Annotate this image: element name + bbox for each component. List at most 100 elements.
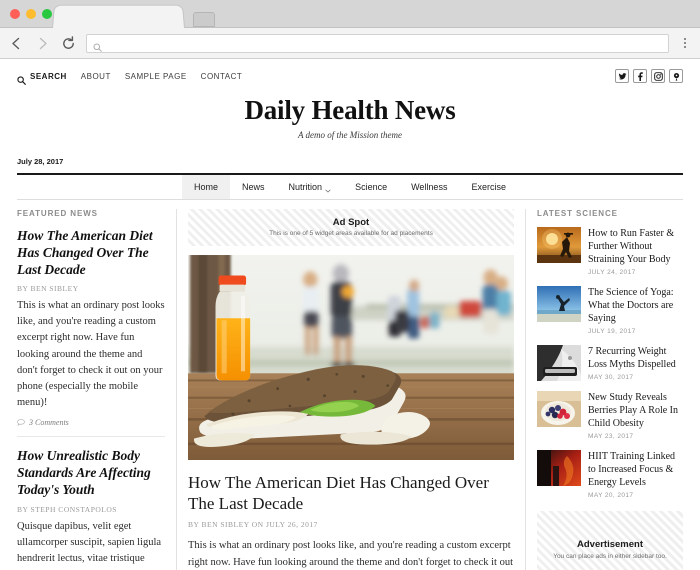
featured-news-heading: FEATURED NEWS: [17, 208, 98, 218]
site-masthead: Daily Health News A demo of the Mission …: [0, 90, 700, 142]
sidebar-post-item[interactable]: The Science of Yoga: What the Doctors ar…: [537, 285, 683, 335]
ad-spot-title: Ad Spot: [332, 216, 370, 228]
twitter-icon[interactable]: [615, 69, 629, 83]
top-utility-bar: SEARCH ABOUT SAMPLE PAGE CONTACT: [0, 62, 700, 90]
nav-item-exercise[interactable]: Exercise: [459, 175, 518, 199]
bowl-of-berries-thumbnail: [537, 390, 581, 427]
featured-article-excerpt: This is what an ordinary post looks like…: [17, 300, 165, 409]
sidebar-post-date: MAY 20, 2017: [588, 491, 634, 499]
site-tagline: A demo of the Mission theme: [297, 129, 403, 140]
nav-item-wellness[interactable]: Wellness: [399, 175, 459, 199]
left-sidebar: FEATURED NEWS How The American Diet Has …: [17, 208, 177, 570]
post-excerpt: This is what an ordinary post looks like…: [188, 539, 513, 568]
sidebar-post-body: HIIT Training Linked to Increased Focus …: [588, 450, 683, 499]
browser-toolbar: [0, 28, 700, 59]
featured-article-title[interactable]: How The American Diet Has Changed Over T…: [17, 227, 165, 278]
ad-spot-top[interactable]: Ad Spot This is one of 5 widget areas av…: [188, 208, 514, 246]
nav-item-science[interactable]: Science: [343, 175, 399, 199]
close-window-button[interactable]: [10, 9, 20, 19]
site-search-label: SEARCH: [30, 71, 67, 81]
featured-article-title[interactable]: How Unrealistic Body Standards Are Affec…: [17, 447, 165, 498]
yoga-handstand-beach-thumbnail: [537, 285, 581, 322]
current-date: July 28, 2017: [17, 156, 64, 166]
sidebar-post-date: MAY 23, 2017: [588, 432, 634, 440]
reload-icon[interactable]: [60, 35, 77, 52]
date-bar: July 28, 2017: [17, 151, 683, 175]
featured-article: How Unrealistic Body Standards Are Affec…: [17, 447, 165, 570]
featured-article-excerpt: Quisque dapibus, velit eget ullamcorper …: [17, 520, 162, 570]
back-arrow-icon[interactable]: [8, 35, 25, 52]
page-viewport: SEARCH ABOUT SAMPLE PAGE CONTACT Daily H…: [0, 60, 700, 570]
nav-item-label: Nutrition: [288, 181, 323, 192]
ad-spot-subtitle: This is one of 5 widget areas available …: [269, 229, 433, 237]
sidebar-post-body: How to Run Faster & Further Without Stra…: [588, 227, 683, 276]
sidebar-post-item[interactable]: HIIT Training Linked to Increased Focus …: [537, 449, 683, 499]
social-links: [615, 69, 683, 83]
address-bar[interactable]: [86, 33, 669, 53]
sidebar-post-date: JULY 19, 2017: [588, 327, 636, 335]
sidebar-post-date: JULY 24, 2017: [588, 268, 636, 276]
facebook-icon[interactable]: [633, 69, 647, 83]
weight-scale-bw-thumbnail: [537, 344, 581, 381]
comment-bubble-icon: [17, 419, 25, 427]
sidebar-post-body: The Science of Yoga: What the Doctors ar…: [588, 286, 683, 335]
post-featured-image[interactable]: [188, 254, 514, 460]
featured-article-byline: BY BEN SIBLEY: [17, 284, 79, 294]
dark-red-workout-thumbnail: [537, 449, 581, 486]
minimize-window-button[interactable]: [26, 9, 36, 19]
search-icon: [93, 39, 102, 52]
latest-science-heading: LATEST SCIENCE: [537, 208, 618, 218]
comments-link[interactable]: 3 Comments: [17, 418, 165, 427]
browser-tab-bar: [0, 0, 700, 28]
window-controls: [10, 9, 52, 19]
nav-item-nutrition[interactable]: Nutrition: [277, 175, 344, 199]
post-title[interactable]: How The American Diet Has Changed Over T…: [188, 472, 514, 514]
right-sidebar: LATEST SCIENCE How to Run Faster & Furth…: [525, 208, 683, 570]
maximize-window-button[interactable]: [42, 9, 52, 19]
advertisement-widget[interactable]: Advertisement You can place ads in eithe…: [537, 510, 683, 570]
main-content: Ad Spot This is one of 5 widget areas av…: [177, 208, 525, 570]
nav-item-label: Home: [194, 181, 219, 192]
instagram-icon[interactable]: [651, 69, 665, 83]
nav-item-label: Wellness: [411, 181, 448, 192]
pinterest-icon[interactable]: [669, 69, 683, 83]
site-title[interactable]: Daily Health News: [0, 95, 700, 126]
kebab-menu-icon[interactable]: [678, 38, 692, 48]
runner-at-sunset-thumbnail: [537, 226, 581, 263]
sidebar-post-title[interactable]: How to Run Faster & Further Without Stra…: [588, 227, 683, 266]
nav-item-label: News: [242, 181, 265, 192]
featured-article-byline: BY STEPH CONSTAPOLOS: [17, 504, 117, 514]
sidebar-post-title[interactable]: New Study Reveals Berries Play A Role In…: [588, 391, 683, 430]
featured-article: How The American Diet Has Changed Over T…: [17, 227, 165, 438]
sidebar-post-body: 7 Recurring Weight Loss Myths Dispelled …: [588, 345, 683, 381]
sidebar-post-title[interactable]: HIIT Training Linked to Increased Focus …: [588, 450, 683, 489]
advertisement-title: Advertisement: [577, 539, 643, 551]
chevron-down-icon: [325, 185, 331, 193]
new-tab-button[interactable]: [193, 12, 215, 27]
sidebar-post-item[interactable]: 7 Recurring Weight Loss Myths Dispelled …: [537, 344, 683, 381]
sidebar-post-item[interactable]: How to Run Faster & Further Without Stra…: [537, 226, 683, 276]
content-columns: FEATURED NEWS How The American Diet Has …: [0, 208, 700, 570]
sidebar-post-title[interactable]: The Science of Yoga: What the Doctors ar…: [588, 286, 683, 325]
primary-navigation: Home News Nutrition Science Wellness Exe…: [17, 174, 683, 200]
search-icon: [17, 72, 26, 85]
utility-link-contact[interactable]: CONTACT: [201, 72, 243, 81]
post-meta: BY BEN SIBLEY ON JULY 26, 2017: [188, 519, 318, 529]
utility-link-about[interactable]: ABOUT: [81, 72, 111, 81]
comments-count: 3 Comments: [29, 418, 69, 428]
sidebar-post-title[interactable]: 7 Recurring Weight Loss Myths Dispelled: [588, 345, 683, 371]
browser-tab[interactable]: [52, 4, 185, 28]
nav-item-news[interactable]: News: [230, 175, 277, 199]
site-search-button[interactable]: SEARCH: [17, 71, 67, 85]
nav-item-home[interactable]: Home: [182, 174, 231, 199]
sidebar-post-item[interactable]: New Study Reveals Berries Play A Role In…: [537, 390, 683, 440]
utility-link-sample-page[interactable]: SAMPLE PAGE: [125, 72, 187, 81]
forward-arrow-icon: [34, 35, 51, 52]
sidebar-post-body: New Study Reveals Berries Play A Role In…: [588, 391, 683, 440]
advertisement-subtitle: You can place ads in either sidebar too.: [553, 553, 667, 561]
nav-item-label: Exercise: [471, 181, 506, 192]
nav-item-label: Science: [355, 181, 388, 192]
browser-window: SEARCH ABOUT SAMPLE PAGE CONTACT Daily H…: [0, 0, 700, 570]
utility-links: SEARCH ABOUT SAMPLE PAGE CONTACT: [17, 71, 243, 85]
sidebar-post-date: MAY 30, 2017: [588, 373, 634, 381]
